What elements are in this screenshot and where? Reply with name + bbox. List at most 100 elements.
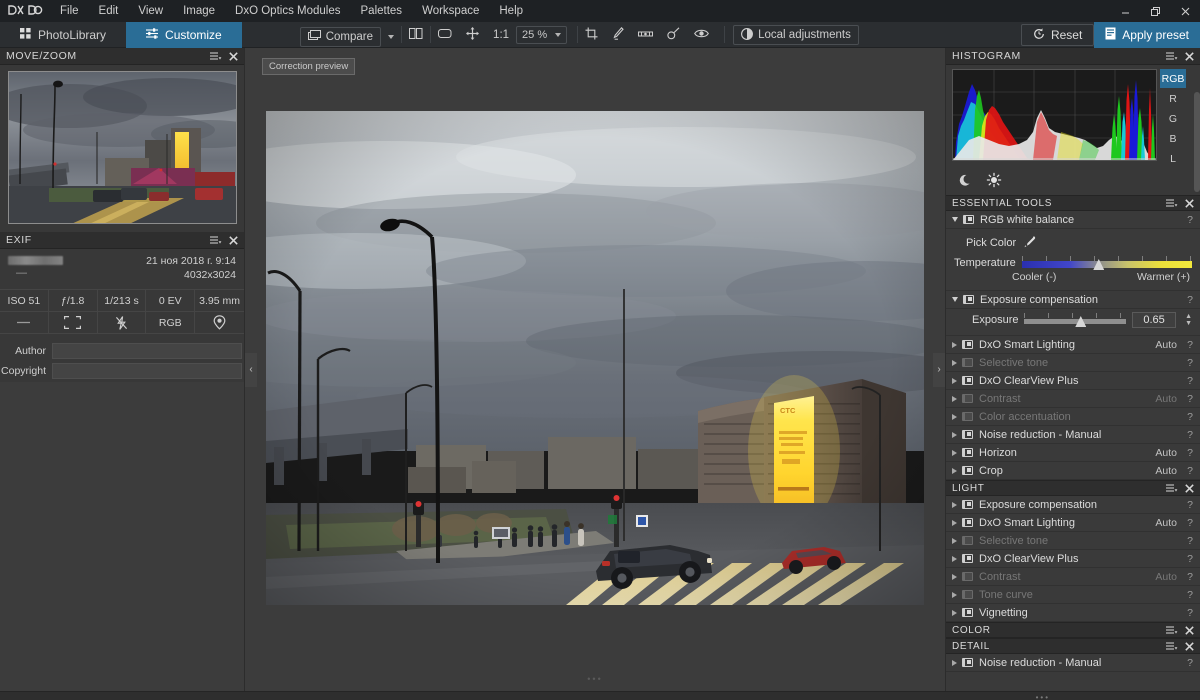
sun-icon[interactable] — [987, 173, 1001, 190]
help-icon[interactable]: ? — [1185, 607, 1195, 619]
chevron-right-icon[interactable] — [952, 432, 957, 438]
tab-customize[interactable]: Customize — [126, 22, 242, 48]
tool-row-rgb-white-balance[interactable]: RGB white balance ? — [946, 211, 1200, 229]
chevron-right-icon[interactable] — [952, 378, 957, 384]
tool-row-light-dxo-smart-lighting[interactable]: DxO Smart Lighting Auto ? — [946, 514, 1200, 532]
right-panel-scrollbar[interactable] — [1194, 92, 1200, 192]
help-icon[interactable]: ? — [1185, 339, 1195, 351]
photo-image[interactable]: CTC — [266, 111, 924, 605]
auto-badge[interactable]: Auto — [1155, 339, 1177, 351]
local-adjustments-button[interactable]: Local adjustments — [733, 25, 859, 45]
horizon-tool-button[interactable] — [631, 25, 660, 45]
tool-checkbox[interactable] — [962, 448, 973, 457]
tool-checkbox[interactable] — [963, 215, 974, 224]
panel-close-icon[interactable] — [1185, 52, 1194, 61]
tool-row-detail-noise-reduction-manual[interactable]: Noise reduction - Manual ? — [946, 654, 1200, 672]
tool-checkbox[interactable] — [962, 500, 973, 509]
chevron-right-icon[interactable] — [952, 610, 957, 616]
help-icon[interactable]: ? — [1185, 294, 1195, 306]
menu-item-view[interactable]: View — [128, 0, 173, 22]
correction-preview-badge[interactable]: Correction preview — [262, 58, 355, 75]
tool-checkbox[interactable] — [963, 295, 974, 304]
tool-checkbox[interactable] — [962, 572, 973, 581]
resize-grip-icon[interactable]: ••• — [587, 674, 602, 684]
histogram-channel-r[interactable]: R — [1160, 89, 1186, 108]
panel-menu-icon[interactable] — [210, 236, 222, 245]
tool-row-noise-reduction-manual[interactable]: Noise reduction - Manual ? — [946, 426, 1200, 444]
menu-item-help[interactable]: Help — [489, 0, 533, 22]
chevron-right-icon[interactable] — [952, 360, 957, 366]
tool-row-color-accentuation[interactable]: Color accentuation ? — [946, 408, 1200, 426]
help-icon[interactable]: ? — [1185, 447, 1195, 459]
menu-item-palettes[interactable]: Palettes — [351, 0, 413, 22]
auto-badge[interactable]: Auto — [1155, 393, 1177, 405]
help-icon[interactable]: ? — [1185, 571, 1195, 583]
auto-badge[interactable]: Auto — [1155, 517, 1177, 529]
panel-menu-icon[interactable] — [1166, 484, 1178, 493]
chevron-right-icon[interactable] — [952, 574, 957, 580]
help-icon[interactable]: ? — [1185, 393, 1195, 405]
collapse-left-panel-button[interactable]: ‹ — [245, 353, 257, 387]
panel-close-icon[interactable] — [229, 236, 238, 245]
tool-row-light-contrast[interactable]: Contrast Auto ? — [946, 568, 1200, 586]
close-button[interactable] — [1170, 0, 1200, 22]
menu-item-edit[interactable]: Edit — [89, 0, 129, 22]
help-icon[interactable]: ? — [1185, 429, 1195, 441]
histogram-channel-l[interactable]: L — [1160, 149, 1186, 168]
retouch-tool-button[interactable] — [605, 25, 631, 45]
help-icon[interactable]: ? — [1185, 375, 1195, 387]
tool-checkbox[interactable] — [962, 466, 973, 475]
tool-row-crop[interactable]: Crop Auto ? — [946, 462, 1200, 480]
tool-checkbox[interactable] — [962, 554, 973, 563]
menu-item-dxo-optics-modules[interactable]: DxO Optics Modules — [225, 0, 350, 22]
tool-row-dxo-smart-lighting[interactable]: DxO Smart Lighting Auto ? — [946, 336, 1200, 354]
stepper-down-icon[interactable]: ▼ — [1185, 321, 1192, 327]
tool-checkbox[interactable] — [962, 430, 973, 439]
panel-close-icon[interactable] — [1185, 626, 1194, 635]
tool-row-light-selective-tone[interactable]: Selective tone ? — [946, 532, 1200, 550]
zoom-1to1-button[interactable]: 1:1 — [486, 25, 516, 45]
navigator-thumbnail[interactable] — [8, 71, 237, 224]
tool-checkbox[interactable] — [962, 376, 973, 385]
panel-menu-icon[interactable] — [1166, 642, 1178, 651]
tool-row-light-vignetting[interactable]: Vignetting ? — [946, 604, 1200, 622]
stepper-up-icon[interactable]: ▲ — [1185, 314, 1192, 320]
histogram-channel-g[interactable]: G — [1160, 109, 1186, 128]
panel-menu-icon[interactable] — [210, 52, 222, 61]
menu-item-workspace[interactable]: Workspace — [412, 0, 489, 22]
help-icon[interactable]: ? — [1185, 214, 1195, 226]
chevron-right-icon[interactable] — [952, 396, 957, 402]
chevron-down-icon[interactable] — [952, 217, 958, 222]
temperature-slider[interactable] — [1022, 256, 1192, 270]
eyedropper-icon[interactable] — [1023, 235, 1036, 251]
tool-checkbox[interactable] — [962, 608, 973, 617]
geotag-icon[interactable] — [195, 312, 244, 334]
panel-close-icon[interactable] — [1185, 642, 1194, 651]
tool-row-light-tone-curve[interactable]: Tone curve ? — [946, 586, 1200, 604]
tool-checkbox[interactable] — [962, 340, 973, 349]
auto-badge[interactable]: Auto — [1155, 571, 1177, 583]
tool-row-light-exposure-compensation[interactable]: Exposure compensation ? — [946, 496, 1200, 514]
chevron-right-icon[interactable] — [952, 468, 957, 474]
tool-row-selective-tone[interactable]: Selective tone ? — [946, 354, 1200, 372]
side-by-side-button[interactable] — [402, 25, 430, 45]
chevron-right-icon[interactable] — [952, 538, 957, 544]
copyright-input[interactable] — [52, 363, 242, 379]
help-icon[interactable]: ? — [1185, 499, 1195, 511]
exposure-value-input[interactable]: 0.65 — [1132, 312, 1176, 328]
section-header-color[interactable]: COLOR — [946, 622, 1200, 638]
tool-checkbox[interactable] — [962, 518, 973, 527]
help-icon[interactable]: ? — [1185, 589, 1195, 601]
tool-checkb[interactable] — [962, 590, 973, 599]
help-icon[interactable]: ? — [1185, 553, 1195, 565]
minimize-button[interactable] — [1110, 0, 1140, 22]
tool-row-exposure-compensation[interactable]: Exposure compensation ? — [946, 291, 1200, 309]
panel-close-icon[interactable] — [229, 52, 238, 61]
exposure-stepper[interactable]: ▲ ▼ — [1185, 314, 1192, 327]
tool-checkbox[interactable] — [962, 394, 973, 403]
histogram-channel-b[interactable]: B — [1160, 129, 1186, 148]
compare-button[interactable]: Compare — [300, 27, 381, 47]
menu-item-image[interactable]: Image — [173, 0, 225, 22]
chevron-right-icon[interactable] — [952, 450, 957, 456]
reset-button[interactable]: Reset — [1021, 24, 1094, 46]
